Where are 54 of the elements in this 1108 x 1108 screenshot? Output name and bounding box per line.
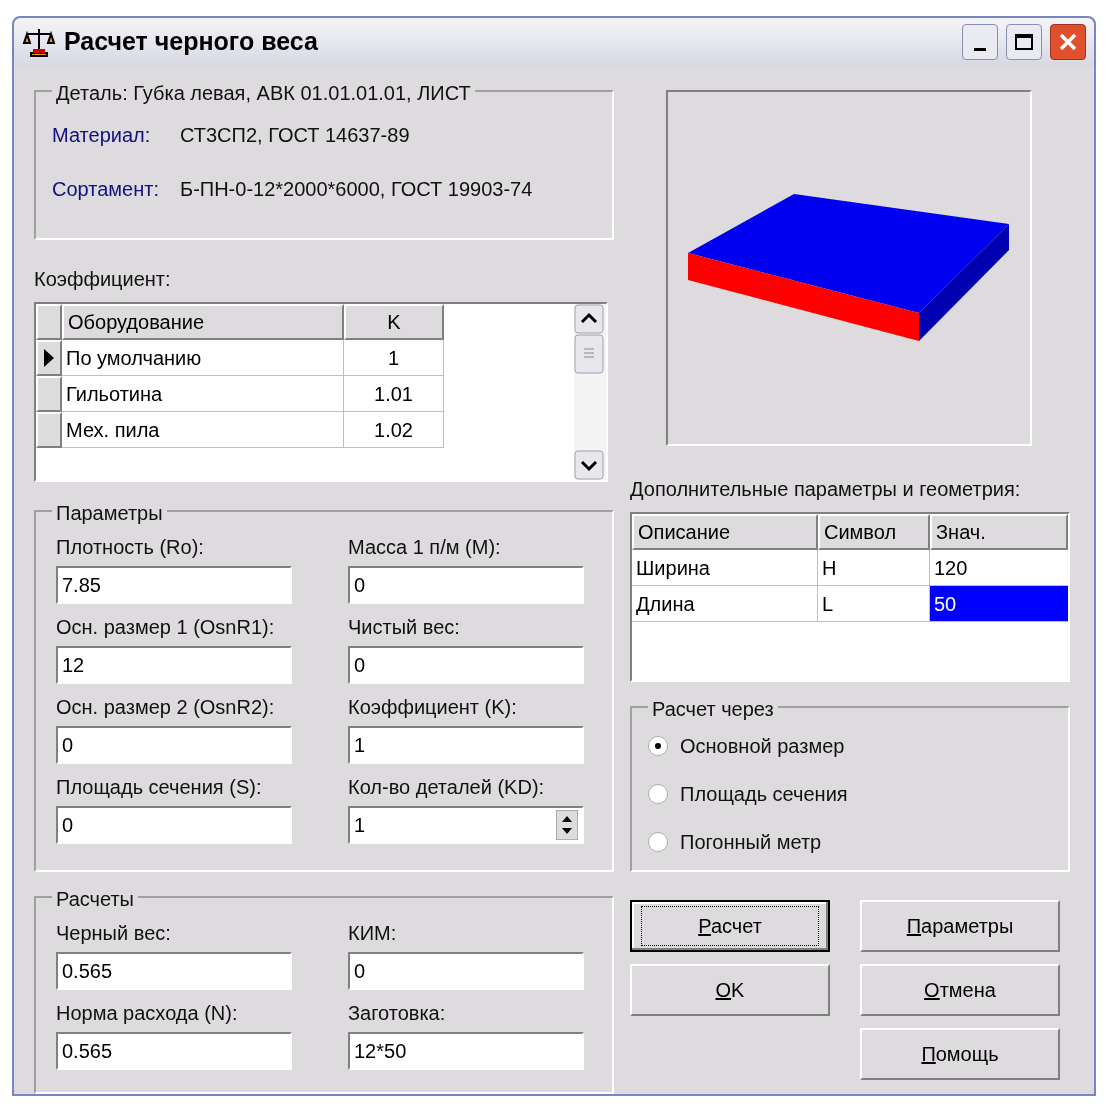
field-label: Масса 1 п/м (M): [348, 535, 502, 560]
column-header: Оборудование [62, 304, 344, 340]
radio-option[interactable]: Площадь сечения [648, 776, 1052, 812]
field-label: Норма расхода (N): [56, 1001, 239, 1026]
input-field[interactable]: 0.565 [56, 1032, 292, 1070]
dialog-button[interactable]: Параметры [860, 900, 1060, 952]
input-field[interactable]: 0 [56, 726, 292, 764]
table-cell: 1.02 [344, 412, 444, 448]
table-cell: 1.01 [344, 376, 444, 412]
dialog-button[interactable]: OK [630, 964, 830, 1016]
input-field[interactable]: 0 [348, 952, 584, 990]
input-field[interactable]: 0.565 [56, 952, 292, 990]
field-label: Коэффициент (K): [348, 695, 518, 720]
column-header: Описание [632, 514, 818, 550]
section-label: Дополнительные параметры и геометрия: [630, 477, 1022, 502]
input-field[interactable]: 0 [348, 566, 584, 604]
dialog-button[interactable]: Помощь [860, 1028, 1060, 1080]
window-title: Расчет черного веса [64, 26, 319, 58]
input-field[interactable]: 12 [56, 646, 292, 684]
field-label: Площадь сечения (S): [56, 775, 263, 800]
input-field[interactable]: 7.85 [56, 566, 292, 604]
section-label: Коэффициент: [34, 267, 172, 292]
field-label: Чистый вес: [348, 615, 461, 640]
field-label: Плотность (Ro): [56, 535, 205, 560]
field-label: Осн. размер 2 (OsnR2): [56, 695, 276, 720]
table-cell: H [818, 550, 930, 586]
table-cell: 1 [344, 340, 444, 376]
field-value: Б-ПН-0-12*2000*6000, ГОСТ 19903-74 [180, 177, 533, 202]
input-field[interactable]: 1 [348, 726, 584, 764]
table-cell: Мех. пила [62, 412, 344, 448]
table-cell: Гильотина [62, 376, 344, 412]
field-label: КИМ: [348, 921, 398, 946]
column-header: K [344, 304, 444, 340]
radio-option[interactable]: Погонный метр [648, 824, 1052, 860]
spin-field[interactable]: 1 [348, 806, 584, 844]
field-label: Черный вес: [56, 921, 172, 946]
dialog-button[interactable]: Расчет [630, 900, 830, 952]
table-cell: Ширина [632, 550, 818, 586]
column-header: Символ [818, 514, 930, 550]
table-cell: Длина [632, 586, 818, 622]
table-cell[interactable]: 50 [930, 586, 1068, 622]
input-field[interactable]: 0 [56, 806, 292, 844]
radio-option[interactable]: Основной размер [648, 728, 1052, 764]
field-label: Сортамент: [52, 177, 160, 202]
field-label: Осн. размер 1 (OsnR1): [56, 615, 276, 640]
field-label: Кол-во деталей (KD): [348, 775, 546, 800]
column-header: Знач. [930, 514, 1068, 550]
field-label: Заготовка: [348, 1001, 447, 1026]
dialog-button[interactable]: Отмена [860, 964, 1060, 1016]
input-field[interactable]: 0 [348, 646, 584, 684]
field-label: Материал: [52, 123, 152, 148]
field-value: СТ3СП2, ГОСТ 14637-89 [180, 123, 410, 148]
table-cell: По умолчанию [62, 340, 344, 376]
input-field[interactable]: 12*50 [348, 1032, 584, 1070]
